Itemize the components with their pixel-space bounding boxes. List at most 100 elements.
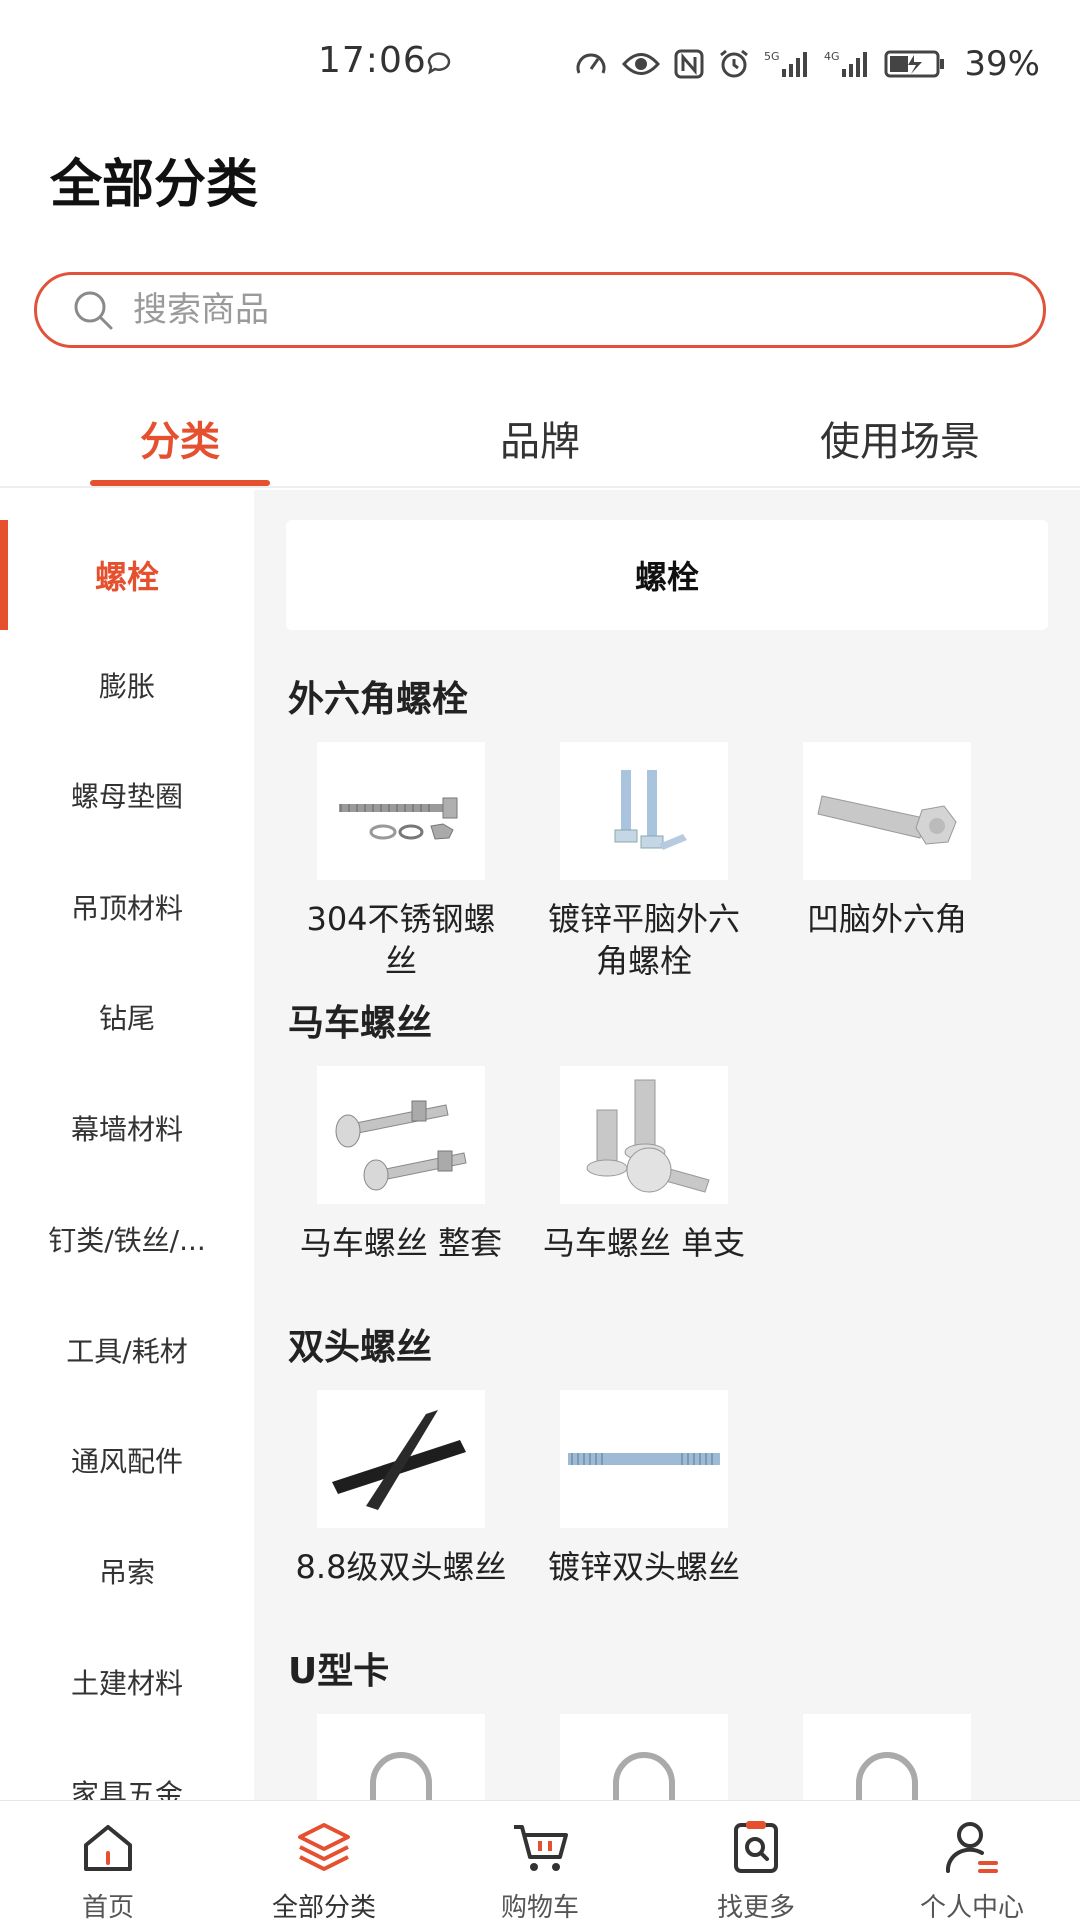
u-bolt-icon (370, 1752, 432, 1800)
zinc-hex-bolt-icon (614, 770, 687, 850)
sidebar-item-nails-wire[interactable]: 钉类/铁丝/... (0, 1184, 254, 1294)
nav-personal-center[interactable]: 个人中心 (864, 1801, 1080, 1920)
alarm-icon (720, 49, 749, 78)
page-title: 全部分类 (50, 155, 259, 215)
product-item[interactable] (777, 1714, 997, 1800)
product-image (803, 1714, 971, 1800)
product-name: 镀锌双头螺丝 (547, 1548, 740, 1586)
status-icons: 5G 4G 39% (574, 44, 1040, 84)
user-icon (945, 1822, 998, 1873)
4g-signal-icon: 4G (824, 50, 868, 77)
sidebar-item-bolt[interactable]: 螺栓 (0, 520, 254, 630)
category-tabs: 分类 品牌 使用场景 (0, 390, 1080, 488)
product-image (317, 1714, 485, 1800)
hex-bolt-set-icon (339, 797, 458, 840)
content-header: 螺栓 (286, 520, 1048, 630)
sidebar-item-tools[interactable]: 工具/耗材 (0, 1295, 254, 1405)
battery-charging-icon (884, 50, 945, 78)
product-image (317, 1066, 485, 1204)
sidebar-item-label: 螺母垫圈 (70, 780, 183, 813)
search-input[interactable] (133, 290, 933, 330)
product-image (560, 1390, 728, 1528)
bottom-nav: 首页 全部分类 购物车 找更多 个人中心 (0, 1800, 1080, 1920)
product-item[interactable]: 镀锌双头螺丝 (534, 1390, 754, 1588)
sidebar-item-nut-washer[interactable]: 螺母垫圈 (0, 740, 254, 850)
nav-label: 个人中心 (919, 1893, 1024, 1920)
home-icon (84, 1825, 132, 1871)
sidebar-item-expansion[interactable]: 膨胀 (0, 630, 254, 740)
product-image (803, 742, 971, 880)
product-name: 镀锌平脑外六角螺栓 (547, 900, 740, 980)
product-item[interactable]: 马车螺丝 单支 (534, 1066, 754, 1264)
search-icon (74, 291, 113, 330)
sidebar-item-label: 通风配件 (70, 1445, 183, 1478)
sidebar-item-drill-tail[interactable]: 钻尾 (0, 962, 254, 1072)
nav-find-more[interactable]: 找更多 (648, 1801, 864, 1920)
tab-usage-scenario[interactable]: 使用场景 (780, 390, 1020, 486)
u-bolt-icon (856, 1752, 918, 1800)
nav-cart[interactable]: 购物车 (432, 1801, 648, 1920)
sidebar-item-construction[interactable]: 土建材料 (0, 1627, 254, 1737)
zinc-stud-bolt-icon (568, 1453, 720, 1465)
status-bar: 17:06 5G 4G 39% (0, 0, 1080, 120)
sidebar-item-label: 幕墙材料 (70, 1113, 183, 1146)
battery-percentage: 39% (964, 44, 1040, 84)
product-name: 凹脑外六角 (806, 900, 967, 938)
sidebar-item-label: 膨胀 (98, 670, 155, 703)
sidebar-item-label: 钻尾 (98, 1002, 155, 1035)
sidebar-item-ventilation[interactable]: 通风配件 (0, 1405, 254, 1515)
cart-icon (514, 1825, 568, 1871)
nav-label: 找更多 (716, 1893, 795, 1920)
category-sidebar: 螺栓 膨胀 螺母垫圈 吊顶材料 钻尾 幕墙材料 钉类/铁丝/... 工具/耗材 … (0, 490, 254, 1800)
sidebar-item-label: 工具/耗材 (66, 1335, 188, 1368)
sidebar-item-label: 吊顶材料 (70, 892, 183, 925)
section-title: 外六角螺栓 (288, 679, 469, 720)
section-title: 马车螺丝 (288, 1003, 433, 1044)
layers-icon (298, 1823, 350, 1871)
product-name: 马车螺丝 单支 (542, 1224, 746, 1262)
nav-all-categories[interactable]: 全部分类 (216, 1801, 432, 1920)
product-item[interactable]: 304不锈钢螺丝 (291, 742, 511, 982)
nav-home[interactable]: 首页 (0, 1801, 216, 1920)
chat-bubble-icon (427, 52, 451, 75)
svg-text:4G: 4G (824, 50, 840, 63)
tab-category[interactable]: 分类 (80, 390, 280, 486)
eye-icon (622, 53, 661, 75)
nfc-icon (674, 49, 704, 79)
nav-label: 全部分类 (271, 1893, 376, 1920)
sidebar-item-label: 螺栓 (94, 558, 159, 596)
sidebar-item-label: 钉类/铁丝/... (48, 1224, 206, 1257)
sidebar-item-label: 土建材料 (70, 1667, 183, 1700)
product-image (560, 1066, 728, 1204)
product-item[interactable] (291, 1714, 511, 1800)
nav-label: 购物车 (500, 1893, 579, 1920)
product-item[interactable]: 马车螺丝 整套 (291, 1066, 511, 1264)
5g-signal-icon: 5G (764, 50, 808, 77)
product-name: 304不锈钢螺丝 (306, 900, 496, 980)
active-indicator (0, 520, 8, 630)
section-title: 双头螺丝 (288, 1327, 433, 1368)
tab-brand[interactable]: 品牌 (440, 390, 640, 486)
sidebar-item-ceiling-material[interactable]: 吊顶材料 (0, 852, 254, 962)
product-item[interactable] (534, 1714, 754, 1800)
sidebar-item-sling[interactable]: 吊索 (0, 1516, 254, 1626)
sidebar-item-furniture-hardware[interactable]: 家具五金 (0, 1738, 254, 1800)
sidebar-item-label: 吊索 (98, 1556, 155, 1589)
section-title: U型卡 (288, 1651, 390, 1692)
product-item[interactable]: 8.8级双头螺丝 (291, 1390, 511, 1588)
nav-label: 首页 (81, 1893, 134, 1920)
carriage-bolt-set-icon (335, 1100, 467, 1191)
search-bar[interactable] (34, 272, 1046, 348)
speed-icon (576, 53, 606, 74)
product-image (317, 742, 485, 880)
product-item[interactable]: 凹脑外六角 (777, 742, 997, 940)
carriage-bolt-icon (586, 1079, 710, 1193)
sidebar-item-label: 家具五金 (70, 1778, 183, 1800)
product-image (560, 742, 728, 880)
sidebar-item-curtain-wall[interactable]: 幕墙材料 (0, 1073, 254, 1183)
status-time: 17:06 (318, 40, 427, 81)
concave-hex-bolt-icon (817, 795, 957, 845)
product-item[interactable]: 镀锌平脑外六角螺栓 (534, 742, 754, 982)
black-stud-bolt-icon (332, 1410, 466, 1510)
product-image (317, 1390, 485, 1528)
